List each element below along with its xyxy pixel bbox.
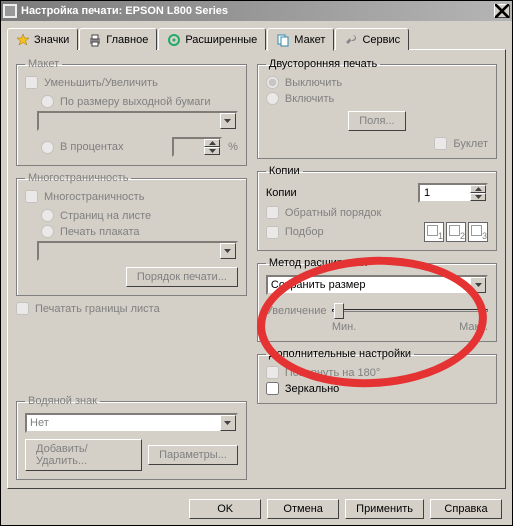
spin-down-icon[interactable] <box>470 193 486 201</box>
booklet-check[interactable]: Буклет <box>434 137 488 150</box>
tab-advanced[interactable]: Расширенные <box>158 28 266 50</box>
percent-radio[interactable]: В процентах <box>41 141 124 154</box>
chevron-down-icon <box>470 277 486 293</box>
tab-main[interactable]: Главное <box>79 28 157 50</box>
collate-check[interactable]: Подбор <box>266 226 324 239</box>
add-remove-watermark-button[interactable]: Добавить/Удалить... <box>25 439 142 471</box>
copies-input[interactable]: 1 <box>418 183 488 203</box>
cancel-button[interactable]: Отмена <box>267 499 339 519</box>
tab-label: Сервис <box>362 34 400 46</box>
titlebar: Настройка печати: EPSON L800 Series <box>1 1 512 21</box>
watermark-combo[interactable]: Нет <box>25 413 238 433</box>
group-legend: Двусторонняя печать <box>266 58 380 70</box>
group-legend: Дополнительные настройки <box>266 348 414 360</box>
slider-thumb-icon[interactable] <box>334 303 344 319</box>
group-copies: Копии Копии 1 Обратный порядок Подбор 1 … <box>257 165 497 251</box>
zoom-label: Увеличение <box>266 305 327 317</box>
chevron-down-icon <box>220 243 236 259</box>
printer-icon <box>88 33 102 47</box>
chevron-down-icon <box>220 113 236 129</box>
multipage-combo[interactable] <box>37 241 238 261</box>
group-watermark: Водяной знак Нет Добавить/Удалить... Пар… <box>16 395 247 480</box>
multipage-check[interactable]: Многостраничность <box>25 190 144 203</box>
group-legend: Метод расширения <box>266 257 370 269</box>
apply-button[interactable]: Применить <box>345 499 424 519</box>
percent-input[interactable] <box>172 137 222 157</box>
help-button[interactable]: Справка <box>430 499 502 519</box>
tab-label: Макет <box>294 34 325 46</box>
close-button[interactable] <box>494 4 510 18</box>
copies-label: Копии <box>266 187 297 199</box>
tab-label: Значки <box>34 34 69 46</box>
zoom-slider[interactable] <box>332 301 488 321</box>
group-more-settings: Дополнительные настройки Повернуть на 18… <box>257 348 497 404</box>
group-duplex: Двусторонняя печать Выключить Включить П… <box>257 58 497 159</box>
tab-label: Расширенные <box>185 34 257 46</box>
wrench-icon <box>344 33 358 47</box>
reduce-enlarge-check[interactable]: Уменьшить/Увеличить <box>25 76 158 89</box>
tab-icons[interactable]: Значки <box>7 28 78 50</box>
chevron-down-icon <box>220 415 236 431</box>
collate-illustration: 1 2 3 <box>424 222 488 242</box>
app-icon <box>3 4 17 18</box>
output-paper-combo[interactable] <box>37 111 238 131</box>
group-expand-method: Метод расширения Сохранить размер Увелич… <box>257 257 497 342</box>
group-legend: Макет <box>25 58 62 70</box>
watermark-params-button[interactable]: Параметры... <box>148 445 238 465</box>
group-legend: Копии <box>266 165 303 177</box>
tab-content: Макет Уменьшить/Увеличить По размеру вых… <box>7 49 506 489</box>
spin-up-icon[interactable] <box>470 185 486 193</box>
duplex-on-radio[interactable]: Включить <box>266 92 334 105</box>
group-legend: Водяной знак <box>25 395 100 407</box>
tab-service[interactable]: Сервис <box>335 28 409 50</box>
window-title: Настройка печати: EPSON L800 Series <box>21 5 494 17</box>
pages-icon <box>276 33 290 47</box>
tab-layout[interactable]: Макет <box>267 28 334 51</box>
tab-strip: Значки Главное Расширенные Макет Сервис <box>7 28 506 50</box>
duplex-off-radio[interactable]: Выключить <box>266 76 342 89</box>
print-settings-window: Настройка печати: EPSON L800 Series Знач… <box>0 0 513 526</box>
tab-label: Главное <box>106 34 148 46</box>
dialog-buttons: OK Отмена Применить Справка <box>189 499 502 519</box>
expand-method-combo[interactable]: Сохранить размер <box>266 275 488 295</box>
group-multipage: Многостраничность Многостраничность Стра… <box>16 172 247 296</box>
gear-icon <box>167 33 181 47</box>
margins-button[interactable]: Поля... <box>348 111 405 131</box>
group-layout: Макет Уменьшить/Увеличить По размеру вых… <box>16 58 247 166</box>
print-borders-check[interactable]: Печатать границы листа <box>16 302 160 315</box>
print-order-button[interactable]: Порядок печати... <box>126 267 238 287</box>
ok-button[interactable]: OK <box>189 499 261 519</box>
rotate-180-check[interactable]: Повернуть на 180° <box>266 366 380 379</box>
star-icon <box>16 33 30 47</box>
pages-per-sheet-radio[interactable]: Страниц на листе <box>41 209 151 222</box>
poster-radio[interactable]: Печать плаката <box>41 225 140 238</box>
mirror-check[interactable]: Зеркально <box>266 382 339 395</box>
group-legend: Многостраничность <box>25 172 131 184</box>
by-output-radio[interactable]: По размеру выходной бумаги <box>41 95 211 108</box>
reverse-order-check[interactable]: Обратный порядок <box>266 206 381 219</box>
